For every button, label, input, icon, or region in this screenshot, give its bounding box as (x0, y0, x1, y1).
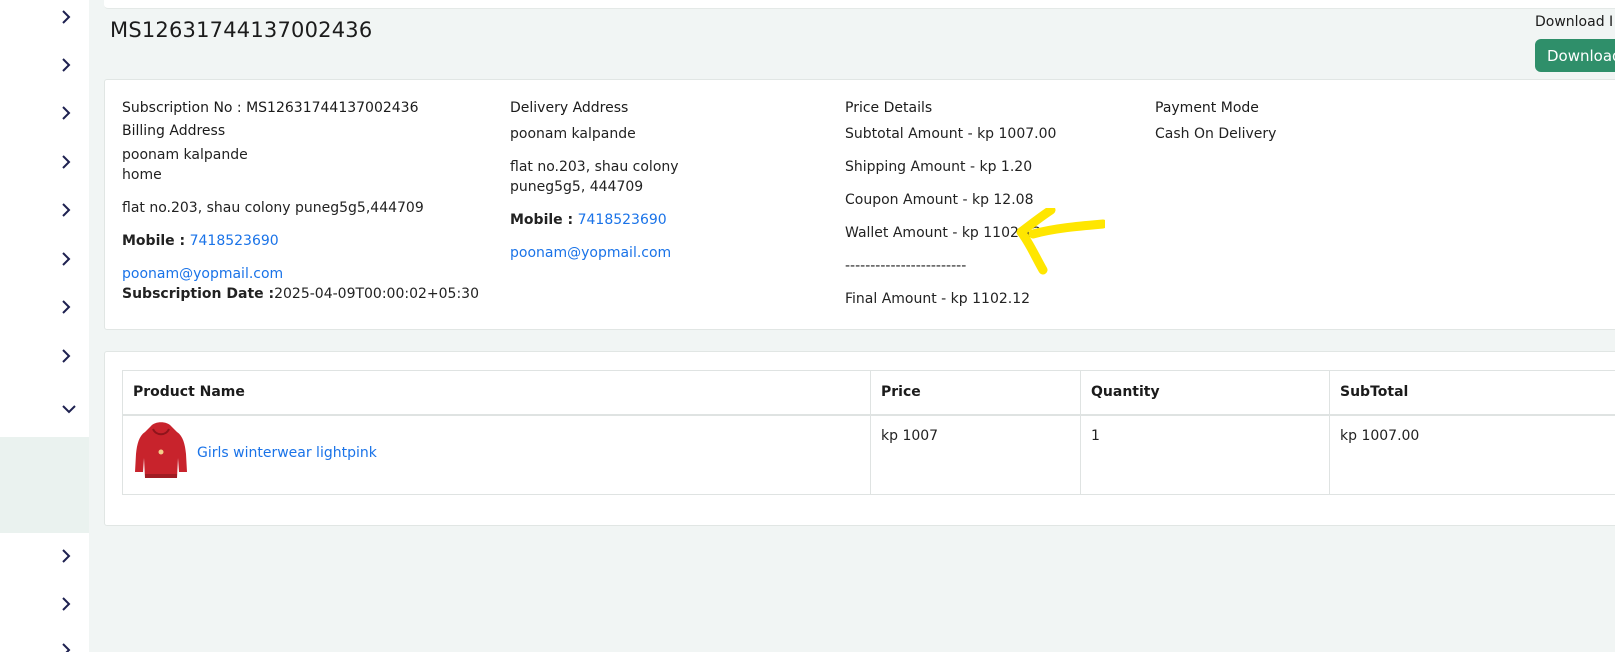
products-card: Product Name Price Quantity SubTotal Gir… (104, 351, 1615, 526)
col-product-name: Product Name (122, 370, 871, 416)
chevron-down-icon[interactable] (59, 399, 79, 419)
billing-address-type: home (122, 167, 162, 183)
subtotal-amount: Subtotal Amount - kp 1007.00 (845, 126, 1057, 142)
chevron-right-icon[interactable] (56, 249, 76, 269)
download-button[interactable]: Download (1535, 39, 1615, 72)
col-quantity: Quantity (1080, 370, 1330, 416)
delivery-mobile-label: Mobile : (510, 212, 574, 228)
product-image (135, 421, 187, 478)
col-price: Price (870, 370, 1081, 416)
billing-address: flat no.203, shau colony puneg5g5,444709 (122, 200, 424, 216)
table-header-row: Product Name Price Quantity SubTotal (122, 370, 1615, 416)
page-title: MS12631744137002436 (110, 18, 373, 42)
price-cell: kp 1007 (870, 414, 1081, 495)
subscription-date-value: 2025-04-09T00:00:02+05:30 (274, 286, 479, 302)
chevron-right-icon[interactable] (56, 200, 76, 220)
billing-mobile-link[interactable]: 7418523690 (190, 233, 279, 249)
subtotal-cell: kp 1007.00 (1329, 414, 1615, 495)
chevron-right-icon[interactable] (56, 594, 76, 614)
payment-section: Payment Mode Cash On Delivery (1155, 98, 1276, 144)
table-row: Girls winterwear lightpink kp 1007 1 kp … (122, 414, 1615, 495)
chevron-right-icon[interactable] (56, 346, 76, 366)
order-details-card: Subscription No : MS12631744137002436 Bi… (104, 79, 1615, 330)
chevron-right-icon[interactable] (56, 7, 76, 27)
coupon-amount: Coupon Amount - kp 12.08 (845, 192, 1034, 208)
product-cell: Girls winterwear lightpink (122, 414, 871, 495)
products-table: Product Name Price Quantity SubTotal Gir… (122, 370, 1615, 495)
delivery-address-line2: puneg5g5, 444709 (510, 179, 644, 195)
download-label: Download I (1535, 14, 1614, 30)
chevron-right-icon[interactable] (56, 152, 76, 172)
billing-mobile-label: Mobile : (122, 233, 186, 249)
delivery-mobile-row: Mobile : 7418523690 (510, 210, 679, 230)
delivery-name: poonam kalpande (510, 126, 636, 142)
billing-section: Subscription No : MS12631744137002436 Bi… (122, 98, 479, 304)
subscription-number: Subscription No : MS12631744137002436 (122, 100, 419, 116)
subscription-date-row: Subscription Date :2025-04-09T00:00:02+0… (122, 284, 479, 304)
top-panel-edge (104, 0, 1615, 9)
sidebar-active-submenu (0, 437, 89, 533)
final-amount: Final Amount - kp 1102.12 (845, 291, 1031, 307)
delivery-section: Delivery Address poonam kalpande flat no… (510, 98, 679, 263)
billing-email-link[interactable]: poonam@yopmail.com (122, 264, 479, 284)
delivery-email-link[interactable]: poonam@yopmail.com (510, 243, 679, 263)
chevron-right-icon[interactable] (56, 103, 76, 123)
delivery-heading: Delivery Address (510, 100, 629, 116)
col-subtotal: SubTotal (1329, 370, 1615, 416)
delivery-address-line1: flat no.203, shau colony (510, 159, 679, 175)
payment-heading: Payment Mode (1155, 100, 1259, 116)
chevron-right-icon[interactable] (56, 297, 76, 317)
billing-name: poonam kalpande (122, 147, 248, 163)
chevron-right-icon[interactable] (56, 55, 76, 75)
yellow-arrow-icon (1016, 208, 1105, 275)
delivery-mobile-link[interactable]: 7418523690 (578, 212, 667, 228)
chevron-right-icon[interactable] (56, 546, 76, 566)
quantity-cell: 1 (1080, 414, 1330, 495)
sidebar (0, 0, 89, 652)
billing-heading: Billing Address (122, 123, 226, 139)
chevron-right-icon[interactable] (56, 640, 76, 652)
payment-mode: Cash On Delivery (1155, 126, 1277, 142)
product-link[interactable]: Girls winterwear lightpink (197, 445, 377, 461)
billing-mobile-row: Mobile : 7418523690 (122, 231, 479, 251)
shipping-amount: Shipping Amount - kp 1.20 (845, 159, 1033, 175)
price-heading: Price Details (845, 100, 933, 116)
subscription-date-label: Subscription Date : (122, 286, 275, 302)
